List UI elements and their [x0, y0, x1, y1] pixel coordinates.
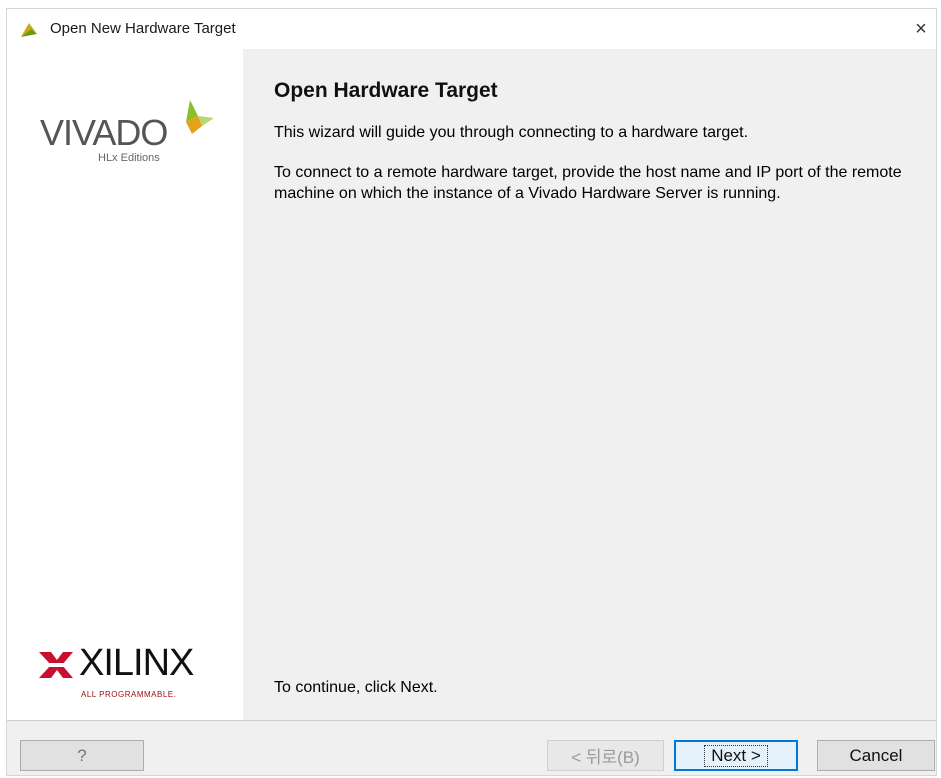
page-title: Open Hardware Target — [274, 79, 498, 102]
close-button[interactable]: × — [906, 9, 936, 49]
cancel-button[interactable]: Cancel — [817, 740, 935, 771]
next-button-label: Next > — [704, 744, 768, 767]
back-button[interactable]: < 뒤로(B) — [547, 740, 664, 771]
intro-text: This wizard will guide you through conne… — [274, 124, 749, 141]
wizard-sidebar: VIVADO HLx Editions XILINX ALL PROGRAMMA… — [7, 49, 243, 721]
vivado-logo: VIVADO HLx Editions — [40, 96, 220, 176]
vivado-wordmark: VIVADO — [40, 112, 168, 153]
title-bar: Open New Hardware Target × — [7, 9, 936, 49]
next-button[interactable]: Next > — [674, 740, 798, 771]
footer-divider — [7, 720, 936, 721]
instructions-text: To connect to a remote hardware target, … — [274, 164, 902, 202]
wizard-content: Open Hardware Target This wizard will gu… — [243, 49, 936, 721]
xilinx-tagline: ALL PROGRAMMABLE. — [81, 690, 177, 699]
help-button[interactable]: ? — [20, 740, 144, 771]
continue-text: To continue, click Next. — [274, 679, 438, 696]
xilinx-mark-icon — [39, 652, 73, 678]
wizard-dialog: Open New Hardware Target × VIVADO HLx Ed… — [6, 8, 937, 776]
xilinx-logo: XILINX ALL PROGRAMMABLE. — [37, 642, 217, 712]
vivado-leaf-icon — [186, 100, 214, 134]
vivado-app-icon — [21, 23, 37, 37]
window-title: Open New Hardware Target — [50, 20, 236, 37]
vivado-edition-label: HLx Editions — [98, 152, 160, 164]
xilinx-wordmark: XILINX — [79, 642, 194, 684]
